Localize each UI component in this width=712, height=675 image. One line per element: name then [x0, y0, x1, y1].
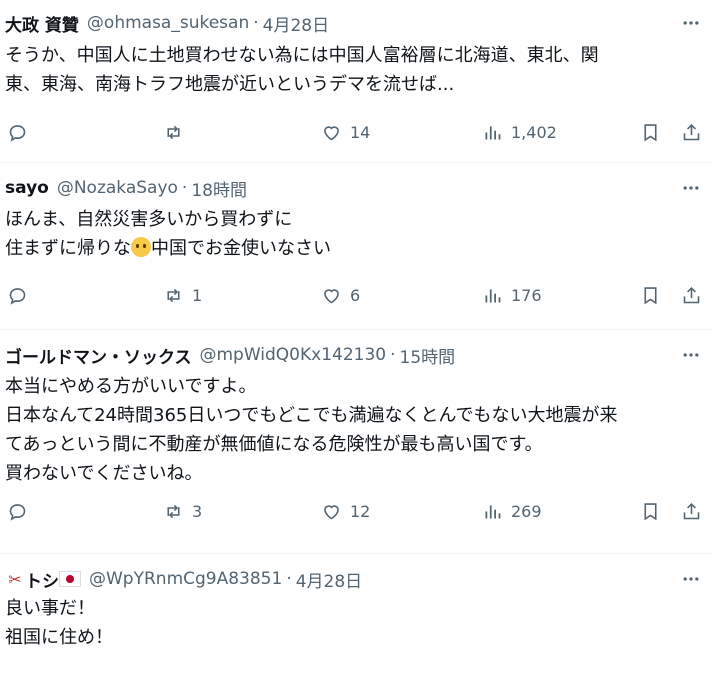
- tweet-header: ✂ トシ @WpYRnmCg9A83851 · 4月28日: [5, 567, 712, 592]
- separator-dot: ·: [286, 569, 292, 589]
- timestamp[interactable]: 4月28日: [263, 11, 329, 36]
- author-handle[interactable]: @WpYRnmCg9A83851: [89, 569, 282, 589]
- separator-dot: ·: [253, 13, 259, 33]
- author-name[interactable]: 大政 資贊: [5, 11, 79, 36]
- more-icon[interactable]: [678, 13, 704, 33]
- tweet-text-line: てあっという間に不動産が無価値になる危険性が最も高い国です。: [5, 434, 543, 455]
- repost-button[interactable]: 1: [163, 283, 202, 307]
- author-handle[interactable]: @NozakaSayo: [57, 178, 178, 198]
- tweet-text-line: ほんま、自然災害多いから買わずに: [5, 209, 293, 230]
- tweet-text-line: 本当にやめる方がいいですよ。: [5, 376, 257, 397]
- share-icon: [683, 286, 700, 303]
- bookmark-button[interactable]: [640, 120, 661, 144]
- bookmark-icon: [644, 286, 657, 304]
- views-count: 1,402: [511, 122, 557, 142]
- tweet-text-line: そうか、中国人に土地買わせない為には中国人富裕層に北海道、東北、関: [5, 45, 599, 66]
- author-name[interactable]: トシ: [25, 567, 59, 592]
- like-button[interactable]: 14: [321, 120, 370, 144]
- reply-button[interactable]: [7, 120, 36, 144]
- tweet[interactable]: sayo @NozakaSayo · 18時間 ほんま、自然災害多いから買わずに…: [0, 163, 712, 330]
- bookmark-icon: [644, 123, 657, 141]
- separator-dot: ·: [181, 178, 188, 198]
- like-icon: [324, 288, 339, 303]
- tweet-header: 大政 資贊 @ohmasa_sukesan · 4月28日: [5, 11, 712, 36]
- action-bar: 14 1,402: [0, 120, 712, 144]
- tweet-text-segment: 中国でお金使いなさい: [151, 238, 331, 259]
- timestamp[interactable]: 15時間: [400, 343, 456, 368]
- more-icon[interactable]: [678, 345, 704, 365]
- tweet[interactable]: ✂ トシ @WpYRnmCg9A83851 · 4月28日 良い事だ！ 祖国に住…: [0, 554, 712, 675]
- tweet-text: そうか、中国人に土地買わせない為には中国人富裕層に北海道、東北、関 東、東海、南…: [5, 41, 702, 99]
- repost-button[interactable]: 3: [163, 499, 202, 523]
- action-bar: 3 12 269: [0, 499, 712, 523]
- like-count: 6: [350, 285, 361, 305]
- share-icon: [683, 502, 700, 519]
- like-count: 14: [350, 122, 371, 142]
- timestamp[interactable]: 4月28日: [296, 567, 362, 592]
- pleading-face-emoji: [131, 237, 151, 257]
- tweet-text: 本当にやめる方がいいですよ。 日本なんて24時間365日いつでもどこでも満遍なく…: [5, 372, 702, 488]
- reply-icon: [9, 503, 26, 521]
- tweet-text: 良い事だ！ 祖国に住め！: [5, 594, 702, 652]
- more-icon[interactable]: [678, 569, 704, 589]
- tweet[interactable]: ゴールドマン・ソックス @mpWidQ0Kx142130 · 15時間 本当にや…: [0, 330, 712, 554]
- repost-icon: [167, 125, 180, 139]
- repost-icon: [167, 504, 180, 518]
- views-icon: [485, 125, 501, 139]
- timestamp[interactable]: 18時間: [191, 176, 247, 201]
- tweet-header: sayo @NozakaSayo · 18時間: [5, 176, 712, 201]
- share-button[interactable]: [681, 120, 702, 144]
- like-button[interactable]: 6: [321, 283, 360, 307]
- repost-button[interactable]: [163, 120, 192, 144]
- like-button[interactable]: 12: [321, 499, 370, 523]
- share-button[interactable]: [681, 283, 702, 307]
- action-bar: 1 6 176: [0, 283, 712, 307]
- more-icon[interactable]: [678, 178, 704, 198]
- share-button[interactable]: [681, 499, 702, 523]
- like-icon: [324, 504, 339, 519]
- tweet[interactable]: 大政 資贊 @ohmasa_sukesan · 4月28日 そうか、中国人に土地…: [0, 0, 712, 163]
- author-name[interactable]: sayo: [5, 178, 49, 198]
- views-button[interactable]: 176: [482, 283, 542, 307]
- tweet-text-line: 祖国に住め！: [5, 627, 113, 648]
- repost-count: 3: [192, 501, 203, 521]
- views-button[interactable]: 1,402: [482, 120, 557, 144]
- views-button[interactable]: 269: [482, 499, 542, 523]
- tweet-text-line: 良い事だ！: [5, 598, 95, 619]
- author-handle[interactable]: @mpWidQ0Kx142130: [200, 345, 387, 365]
- japan-flag-icon: [59, 571, 81, 587]
- reply-button[interactable]: [7, 283, 36, 307]
- tweet-text: ほんま、自然災害多いから買わずに 住まずに帰りな 中国でお金使いなさい: [5, 205, 702, 263]
- repost-icon: [167, 288, 180, 302]
- tweet-text-line: 東、東海、南海トラフ地震が近いというデマを流せば...: [5, 74, 455, 95]
- repost-count: 1: [192, 285, 203, 305]
- tweet-text-line: 住まずに帰りな 中国でお金使いなさい: [5, 234, 702, 263]
- like-count: 12: [350, 501, 371, 521]
- tweet-text-segment: 住まずに帰りな: [5, 238, 131, 259]
- author-name[interactable]: ゴールドマン・ソックス: [5, 343, 192, 368]
- scissors-icon: ✂: [8, 569, 22, 589]
- author-handle[interactable]: @ohmasa_sukesan: [87, 13, 249, 33]
- reply-button[interactable]: [7, 499, 36, 523]
- views-icon: [485, 288, 501, 302]
- tweet-header: ゴールドマン・ソックス @mpWidQ0Kx142130 · 15時間: [5, 343, 712, 368]
- share-icon: [683, 123, 700, 140]
- views-count: 176: [511, 285, 542, 305]
- views-count: 269: [511, 501, 542, 521]
- bookmark-button[interactable]: [640, 499, 661, 523]
- bookmark-icon: [644, 502, 657, 520]
- tweet-text-line: 買わないでくださいね。: [5, 463, 203, 484]
- bookmark-button[interactable]: [640, 283, 661, 307]
- views-icon: [485, 504, 501, 518]
- like-icon: [324, 125, 339, 140]
- separator-dot: ·: [390, 345, 396, 365]
- reply-icon: [9, 287, 26, 305]
- tweet-text-line: 日本なんて24時間365日いつでもどこでも満遍なくとんでもない大地震が来: [5, 405, 618, 426]
- reply-icon: [9, 124, 26, 142]
